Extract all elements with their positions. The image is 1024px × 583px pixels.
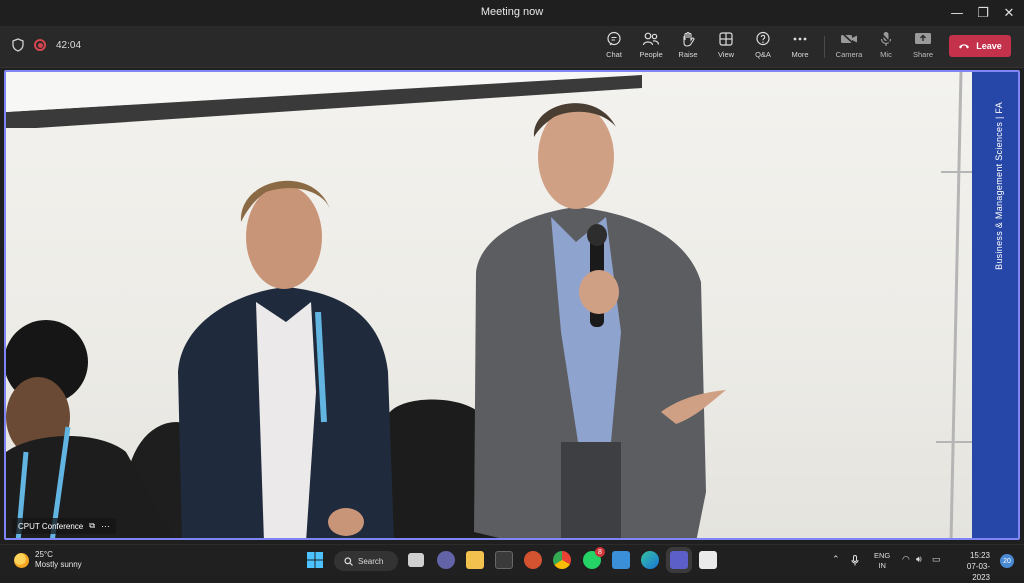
conference-banner: Business & Management Sciences | FA — [972, 72, 1018, 538]
hand-icon — [679, 31, 697, 47]
language-region: IN — [878, 561, 886, 570]
leave-button[interactable]: Leave — [949, 35, 1011, 57]
search-label: Search — [358, 556, 384, 566]
qa-label: Q&A — [755, 50, 771, 59]
battery-icon[interactable]: ▭ — [932, 554, 941, 565]
wifi-icon[interactable]: ◠ — [902, 554, 910, 565]
chrome-icon[interactable] — [553, 551, 571, 569]
start-icon[interactable] — [306, 551, 324, 569]
qa-button[interactable]: Q&A — [745, 31, 781, 63]
store-icon[interactable] — [495, 551, 513, 569]
taskbar: 25°C Mostly sunny Search 8 ⌃ ENG IN ◠ 🔊︎… — [0, 544, 1024, 582]
participant-name: CPUT Conference — [18, 521, 84, 531]
clock-time: 15:23 — [969, 551, 990, 560]
participant-caption: CPUT Conference ⧉ ··· — [12, 518, 116, 534]
raise-button[interactable]: Raise — [670, 31, 706, 63]
grid-icon — [717, 31, 735, 47]
search-icon — [344, 556, 353, 566]
whatsapp-badge: 8 — [595, 547, 605, 557]
weather-temp: 25°C — [35, 550, 53, 559]
raise-label: Raise — [678, 50, 698, 59]
chat-label: Chat — [606, 50, 622, 59]
shield-icon — [12, 38, 24, 52]
volume-icon[interactable]: 🔊︎ — [916, 554, 922, 565]
share-button[interactable]: Share — [905, 31, 941, 63]
view-label: View — [717, 50, 735, 59]
share-label: Share — [912, 50, 933, 59]
notification-badge[interactable]: 20 — [1000, 554, 1014, 568]
meeting-toolbar: 42:04 Chat People Raise View Q&A More Ca… — [0, 26, 1024, 68]
chat-icon — [605, 31, 623, 47]
toolbar-divider — [824, 36, 825, 58]
weather-condition: Mostly sunny — [35, 560, 82, 569]
file-explorer-icon[interactable] — [466, 551, 484, 569]
sun-icon — [14, 552, 29, 568]
video-stage[interactable]: Business & Management Sciences | FA CPUT… — [4, 70, 1020, 540]
share-icon — [914, 31, 932, 47]
weather-widget[interactable]: 25°C Mostly sunny — [14, 550, 82, 570]
participant-more-button[interactable]: ··· — [101, 521, 110, 531]
language-indicator[interactable]: ENG IN — [874, 551, 890, 571]
view-button[interactable]: View — [708, 31, 744, 63]
mic-label: Mic — [880, 50, 892, 59]
system-clock[interactable]: 15:23 07-03-2023 — [950, 550, 990, 583]
phone-hangup-icon — [959, 44, 970, 49]
chevron-up-icon[interactable]: ⌃ — [832, 554, 840, 565]
video-feed — [6, 72, 981, 538]
powerpoint-icon[interactable] — [524, 551, 542, 569]
camera-button[interactable]: Camera — [831, 31, 867, 63]
edge-icon[interactable] — [641, 551, 659, 569]
clock-date: 07-03-2023 — [966, 562, 990, 582]
restore-button[interactable]: ❐ — [972, 3, 994, 23]
people-button[interactable]: People — [633, 31, 669, 63]
snipping-tool-icon[interactable] — [699, 551, 717, 569]
qa-icon — [754, 31, 772, 47]
teams-chat-icon[interactable] — [437, 551, 455, 569]
notepad-icon[interactable] — [612, 551, 630, 569]
whatsapp-icon[interactable]: 8 — [583, 547, 605, 569]
people-label: People — [639, 50, 663, 59]
language-code: ENG — [874, 551, 891, 560]
more-label: More — [791, 50, 809, 59]
title-bar: Meeting now — ❐ ✕ — [0, 0, 1024, 26]
search-box[interactable]: Search — [334, 551, 398, 571]
mic-off-icon — [877, 31, 895, 47]
camera-label: Camera — [835, 50, 863, 59]
window-title: Meeting now — [480, 6, 544, 18]
teams-icon[interactable] — [670, 551, 688, 569]
screen-share-icon: ⧉ — [89, 521, 95, 530]
meeting-timer: 42:04 — [56, 39, 82, 51]
chat-button[interactable]: Chat — [596, 31, 632, 63]
microphone-icon[interactable] — [851, 555, 859, 566]
task-view-icon[interactable] — [408, 553, 424, 567]
minimize-button[interactable]: — — [946, 3, 968, 23]
camera-off-icon — [840, 31, 858, 47]
leave-label: Leave — [976, 41, 1002, 51]
people-icon — [642, 31, 660, 47]
mic-button[interactable]: Mic — [868, 31, 904, 63]
more-button[interactable]: More — [782, 31, 818, 63]
close-button[interactable]: ✕ — [998, 3, 1020, 23]
more-icon — [791, 31, 809, 47]
banner-text: Business & Management Sciences | FA — [994, 102, 1004, 270]
recording-icon — [34, 39, 46, 51]
